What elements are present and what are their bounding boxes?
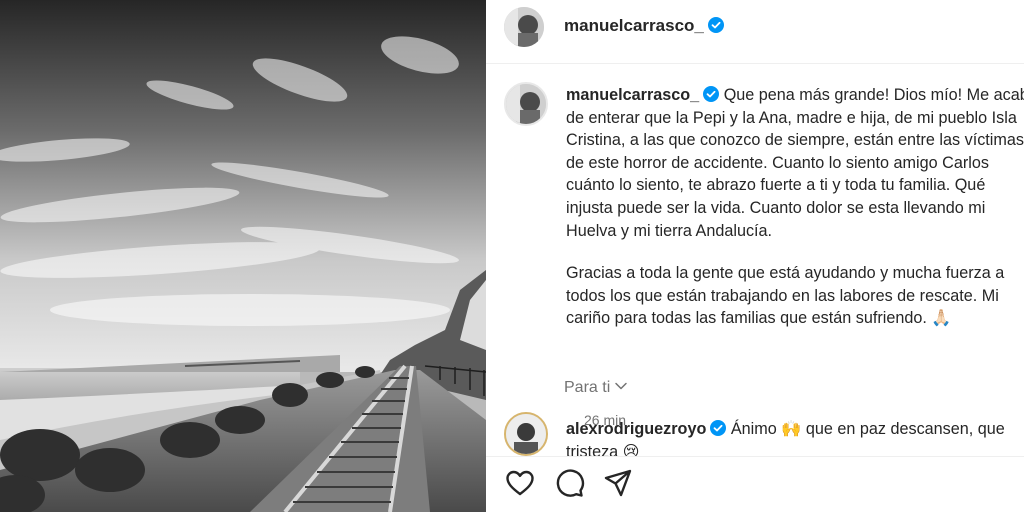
- caption-paragraph-2: Gracias a toda la gente que está ayudand…: [566, 264, 1005, 328]
- comment-button[interactable]: [553, 467, 585, 499]
- chevron-down-icon: [614, 379, 628, 393]
- avatar[interactable]: [504, 7, 544, 47]
- post-photo[interactable]: [0, 0, 486, 512]
- caption-paragraph-1: Que pena más grande! Dios mío! Me acab d…: [566, 86, 1024, 240]
- post-author[interactable]: manuelcarrasco_: [564, 16, 724, 36]
- comment-item: alexrodriguezroyo Ánimo 🙌 que en paz des…: [504, 410, 1024, 456]
- paper-plane-icon: [604, 469, 632, 497]
- railway-coast-photo: [0, 0, 486, 512]
- commenter-avatar[interactable]: [504, 412, 548, 456]
- comment-bubble-icon: [556, 469, 585, 497]
- share-button[interactable]: [602, 467, 634, 499]
- caption-username[interactable]: manuelcarrasco_: [566, 86, 699, 104]
- author-username[interactable]: manuelcarrasco_: [564, 16, 704, 35]
- avatar[interactable]: [504, 82, 548, 126]
- for-you-toggle[interactable]: Para ti: [564, 379, 628, 397]
- verified-badge-icon: [710, 420, 727, 436]
- action-bar: [486, 456, 1024, 512]
- post-header: manuelcarrasco_: [486, 0, 1024, 64]
- caption-text: manuelcarrasco_ Que pena más grande! Dio…: [566, 84, 1024, 330]
- verified-badge-icon: [707, 17, 724, 33]
- verified-badge-icon: [703, 86, 720, 102]
- post-detail-panel: manuelcarrasco_ manuelcarrasco_ Que pena…: [486, 0, 1024, 512]
- commenter-username[interactable]: alexrodriguezroyo: [566, 420, 706, 438]
- comment-text: alexrodriguezroyo Ánimo 🙌 que en paz des…: [566, 418, 1024, 456]
- for-you-label: Para ti: [564, 379, 611, 396]
- heart-icon: [506, 470, 534, 496]
- like-button[interactable]: [504, 467, 536, 499]
